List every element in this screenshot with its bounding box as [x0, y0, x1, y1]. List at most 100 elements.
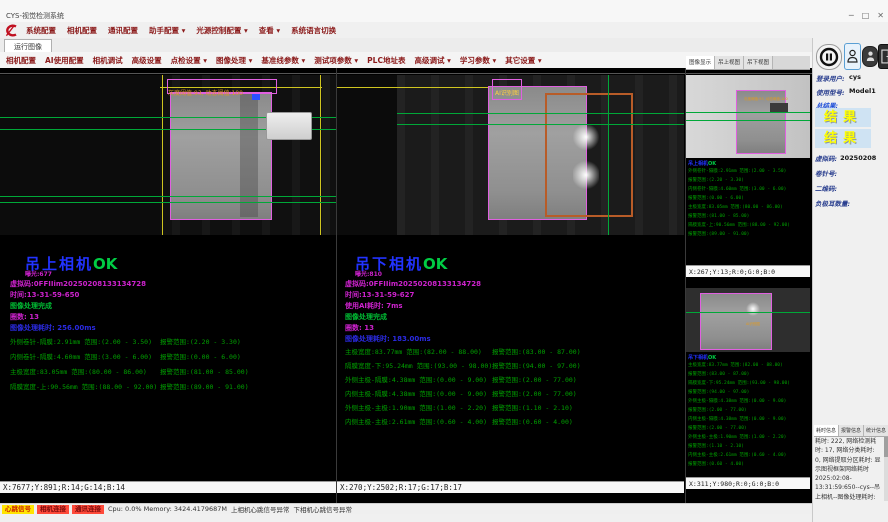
menu-item[interactable]: 查看 ▾ [259, 25, 280, 36]
person-icon [866, 50, 875, 63]
toolbar-item[interactable]: 相机调试 [93, 55, 123, 66]
alarm-range: 报警范围:(89.00 - 91.00) [160, 381, 249, 391]
logout-button[interactable] [878, 44, 888, 69]
menu-item[interactable]: 通讯配置 [108, 25, 138, 36]
overlay-yellow-vline [320, 75, 321, 235]
toolbar-item[interactable]: PLC地址表 [367, 55, 405, 66]
measurement-value: 主极宽度:83.77mm 范围:(82.00 - 88.00) [345, 346, 482, 356]
toolbar-item[interactable]: 测试项参数 ▾ [314, 55, 358, 66]
measurement-row: 内侧主极-主极:2.61mm 范围:(0.60 - 4.00)报警范围:(0.6… [337, 416, 684, 430]
exit-door-icon [881, 49, 888, 64]
middle-camera-image[interactable]: AI识别图 [337, 75, 684, 235]
thumbnail-2-image[interactable]: AI识别图 [686, 288, 810, 352]
toolbar-item[interactable]: 基准线参数 ▾ [261, 55, 305, 66]
left-turns: 圈数: 13 [10, 312, 39, 322]
mini-measurement-row: 外侧主极-主极:1.90mm 范围:(1.00 - 2.20) [688, 433, 810, 442]
minimize-icon[interactable]: ─ [849, 11, 854, 20]
left-time: 时间:13-31-59-650 [10, 290, 79, 300]
upper-camera-heartbeat-text: 上相机心跳信号异常 [231, 504, 290, 514]
toolbar-item[interactable]: 高级设置 [132, 55, 162, 66]
overlay-green-hline [397, 124, 684, 125]
close-icon[interactable]: ✕ [877, 11, 884, 20]
menu-item[interactable]: 系统语言切换 [291, 25, 336, 36]
mini-measurement-row: 报警范围:(2.00 - 77.00) [688, 424, 810, 433]
tab-strip: 运行图像 [0, 38, 888, 53]
mini-measurement-row: 报警范围:(2.20 - 3.30) [688, 176, 810, 185]
maximize-icon[interactable]: □ [862, 11, 870, 20]
measurement-value: 内侧卷针-隔膜:4.60mm 范围:(3.00 - 6.00) [10, 351, 152, 361]
menu-item[interactable]: 助手配置 ▾ [149, 25, 185, 36]
measurement-row: 内侧主极-隔膜:4.38mm 范围:(0.00 - 9.00)报警范围:(2.0… [337, 388, 684, 402]
mini-cell [700, 293, 772, 350]
alarm-range: 报警范围:(0.60 - 4.00) [492, 416, 573, 426]
alarm-range: 报警范围:(0.00 - 6.00) [160, 351, 241, 361]
middle-turns: 圈数: 13 [345, 323, 374, 333]
login-user-label: 登录用户: [816, 73, 845, 83]
overlay-green-hline [686, 120, 810, 121]
mini-measurement-row: 报警范围:(89.00 - 91.00) [688, 230, 810, 239]
ai-image-label: AI识别图 [495, 90, 519, 97]
status-badge-red: 相机连接 [37, 505, 69, 514]
mini-measurement-row: 主极宽度:83.05mm 范围:(80.00 - 86.00) [688, 203, 810, 212]
overlay-green-hline [686, 112, 810, 113]
main-menu: 系统配置相机配置通讯配置助手配置 ▾ 光源控制配置 ▾ 查看 ▾ 系统语言切换 [26, 25, 347, 36]
toolbar-item[interactable]: AI使用配置 [45, 55, 84, 66]
measurement-value: 外侧主极-隔膜:4.38mm 范围:(0.00 - 9.00) [345, 374, 487, 384]
menu-item[interactable]: 系统配置 [26, 25, 56, 36]
alarm-range: 报警范围:(94.00 - 97.00) [492, 360, 581, 370]
sidebar-fields: 虚拟码:20250208卷针号:二维码:负极耳数量: [815, 150, 887, 210]
toolbar-item[interactable]: 相机配置 [6, 55, 36, 66]
operator-button[interactable] [862, 46, 878, 67]
overlay-green-hline [0, 202, 336, 203]
alarm-range: 报警范围:(2.00 - 77.00) [492, 388, 577, 398]
measurement-row: 外侧主极-主极:1.90mm 范围:(1.00 - 2.20)报警范围:(1.1… [337, 402, 684, 416]
thumbnail-tab-strip: 图像显示吊上视图吊下视图 [686, 56, 810, 70]
toolbar-item[interactable]: 学习参数 ▾ [460, 55, 496, 66]
overlay-green-hline [686, 312, 810, 313]
ai-image-label-box: AI识别图 [492, 79, 522, 100]
menu-item[interactable]: 光源控制配置 ▾ [196, 25, 247, 36]
log-tab[interactable]: 报警信息 [839, 425, 864, 436]
measurement-value: 主极宽度:83.05mm 范围:(80.00 - 86.00) [10, 366, 147, 376]
alarm-range: 报警范围:(2.20 - 3.30) [160, 336, 241, 346]
mini-measurement-row: 报警范围:(2.00 - 77.00) [688, 406, 810, 415]
middle-measurement-list: 主极宽度:83.77mm 范围:(82.00 - 88.00)报警范围:(83.… [337, 346, 684, 430]
thumbnail-tab[interactable]: 吊上视图 [715, 56, 744, 69]
field-label: 虚拟码: [815, 153, 837, 163]
toolbar-item[interactable]: 其它设置 ▾ [505, 55, 541, 66]
flare-spot [573, 123, 599, 151]
log-tab[interactable]: 统计信息 [864, 425, 888, 436]
thumbnail-tab[interactable]: 吊下视图 [744, 56, 773, 69]
measurement-row: 主极宽度:83.77mm 范围:(82.00 - 88.00)报警范围:(83.… [337, 346, 684, 360]
toolbar-item[interactable]: 点检设置 ▾ [171, 55, 207, 66]
toolbar-item[interactable]: 高级调试 ▾ [414, 55, 450, 66]
mini-measurement-row: 隔膜宽度-上:90.56mm 范围:(88.00 - 92.00) [688, 221, 810, 230]
measurement-row: 外侧主极-隔膜:4.38mm 范围:(0.00 - 9.00) 报警范围:(2.0… [337, 374, 684, 388]
user-switch-button[interactable] [844, 43, 861, 70]
window-controls: ─ □ ✕ [849, 11, 884, 20]
mini-measurement-row: 报警范围:(81.00 - 85.00) [688, 212, 810, 221]
mini-measurement-row: 隔膜宽度-下:95.24mm 范围:(93.00 - 98.00) [688, 379, 810, 388]
overlay-green-hline [397, 113, 684, 114]
measurement-value: 隔膜宽度-上:90.56mm 范围:(88.00 - 92.00) [10, 381, 157, 391]
mini-measurement-row: 报警范围:(83.00 - 87.00) [688, 370, 810, 379]
mini-camera-title: 吊下相机OK [688, 354, 810, 361]
thumbnail-tab[interactable]: 图像显示 [686, 56, 715, 69]
model-value[interactable]: Model1 [849, 87, 876, 95]
left-camera-image[interactable]: 灰度阈值:93, 动态阈值:100 [0, 75, 336, 235]
tab-run-image[interactable]: 运行图像 [4, 39, 52, 53]
middle-time: 时间:13-31-59-627 [345, 290, 414, 300]
thumbnail-1-image[interactable]: 灰度阈值:93, 动态阈值:100 [686, 75, 810, 158]
log-output[interactable]: 耗时: 222, 网络检测耗时: 17, 网络分类耗时: 0, 网络提取分区耗时… [815, 437, 881, 501]
alarm-range: 报警范围:(2.00 - 77.00) [492, 374, 577, 384]
pause-button[interactable] [816, 44, 842, 70]
log-tab[interactable]: 耗时信息 [814, 425, 839, 436]
measurement-row: 隔膜宽度-下:95.24mm 范围:(93.00 - 98.00)报警范围:(9… [337, 360, 684, 374]
toolbar-item[interactable]: 图像处理 ▾ [216, 55, 252, 66]
field-value: 20250208 [840, 154, 876, 162]
thumbnail-1-text: 吊上相机OK 外侧卷针-隔膜:2.91mm 范围:(2.00 - 3.50)报警… [686, 158, 810, 264]
image-shadow [0, 75, 160, 235]
log-scrollbar-thumb[interactable] [884, 437, 888, 457]
status-badge-red: 通讯连接 [72, 505, 104, 514]
menu-item[interactable]: 相机配置 [67, 25, 97, 36]
